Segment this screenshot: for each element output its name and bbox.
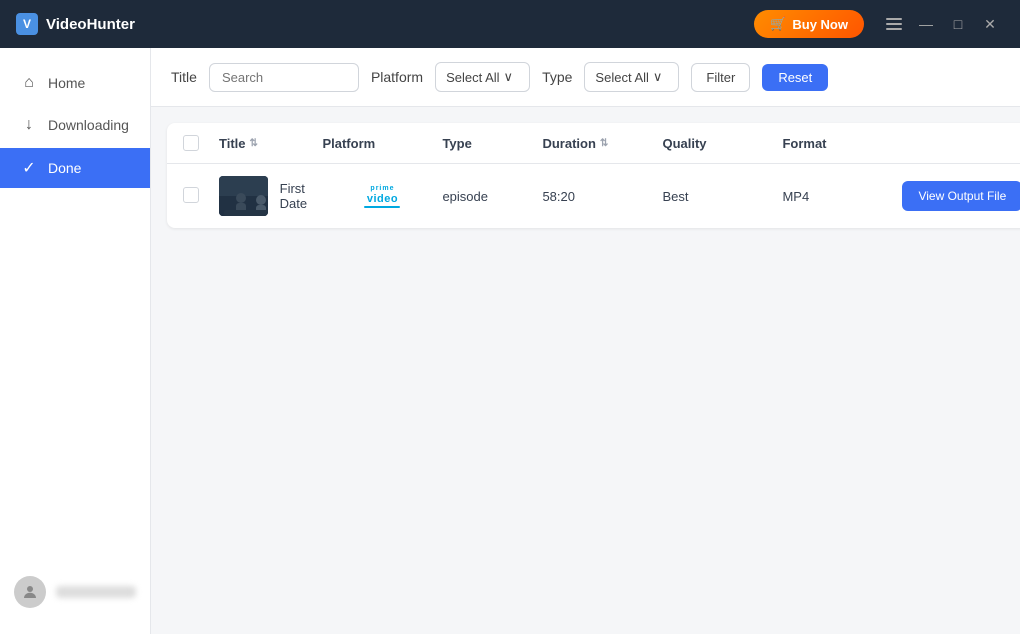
main-layout: ⌂ Home ↓ Downloading ✓ Done: [0, 48, 1020, 634]
titlebar-right: 🛒 Buy Now — □ ✕: [754, 10, 1004, 38]
platform-select-value: Select All: [446, 70, 499, 85]
header-type: Type: [442, 136, 542, 151]
header-platform: Platform: [322, 136, 442, 151]
row-duration: 58:20: [542, 189, 662, 204]
type-chevron-icon: ∨: [653, 69, 663, 85]
row-platform-cell: prime video: [322, 185, 442, 208]
avatar: [14, 576, 46, 608]
sidebar-item-downloading[interactable]: ↓ Downloading: [0, 106, 150, 144]
downloads-table: Title ⇅ Platform Type Duration ⇅ Quality…: [167, 123, 1020, 228]
maximize-button[interactable]: □: [944, 10, 972, 38]
title-sort-icon: ⇅: [250, 138, 258, 149]
platform-label: Platform: [371, 69, 423, 85]
type-label: Type: [542, 69, 572, 85]
home-icon: ⌂: [20, 74, 38, 92]
sidebar-item-downloading-label: Downloading: [48, 117, 129, 133]
view-output-button[interactable]: View Output File: [902, 181, 1020, 211]
content-area: Title Platform Select All ∨ Type Select …: [151, 48, 1020, 634]
titlebar: V VideoHunter 🛒 Buy Now — □ ✕: [0, 0, 1020, 48]
table-row: First Date prime video episode 58:20 Bes…: [167, 164, 1020, 228]
header-duration: Duration ⇅: [542, 136, 662, 151]
prime-video-logo: prime video: [322, 185, 442, 208]
sidebar-item-home[interactable]: ⌂ Home: [0, 64, 150, 102]
app-title: VideoHunter: [46, 16, 135, 33]
username-label: [56, 586, 136, 598]
filter-button[interactable]: Filter: [691, 63, 750, 92]
row-checkbox[interactable]: [183, 187, 199, 203]
reset-button[interactable]: Reset: [762, 64, 828, 91]
type-select-value: Select All: [595, 70, 648, 85]
header-format: Format: [782, 136, 902, 151]
minimize-button[interactable]: —: [912, 10, 940, 38]
duration-sort-icon: ⇅: [600, 138, 608, 149]
row-checkbox-cell: [183, 187, 219, 206]
title-label: Title: [171, 69, 197, 85]
row-title: First Date: [280, 181, 323, 211]
sidebar-nav: ⌂ Home ↓ Downloading ✓ Done: [0, 64, 150, 188]
type-select[interactable]: Select All ∨: [584, 62, 679, 92]
header-checkbox: [183, 135, 219, 151]
sidebar-footer: [0, 566, 150, 618]
header-title: Title ⇅: [219, 136, 322, 151]
titlebar-left: V VideoHunter: [16, 13, 135, 35]
row-type: episode: [442, 189, 542, 204]
search-input[interactable]: [209, 63, 359, 92]
platform-select[interactable]: Select All ∨: [435, 62, 530, 92]
row-quality: Best: [662, 189, 782, 204]
row-title-cell: First Date: [219, 176, 322, 216]
hamburger-icon: [886, 18, 902, 30]
header-quality: Quality: [662, 136, 782, 151]
done-icon: ✓: [20, 158, 38, 178]
sidebar: ⌂ Home ↓ Downloading ✓ Done: [0, 48, 151, 634]
buy-now-button[interactable]: 🛒 Buy Now: [754, 10, 864, 38]
select-all-checkbox[interactable]: [183, 135, 199, 151]
toolbar: Title Platform Select All ∨ Type Select …: [151, 48, 1020, 107]
menu-button[interactable]: [880, 10, 908, 38]
close-button[interactable]: ✕: [976, 10, 1004, 38]
video-thumbnail: [219, 176, 268, 216]
table-container: Title ⇅ Platform Type Duration ⇅ Quality…: [151, 107, 1020, 634]
sidebar-item-home-label: Home: [48, 75, 85, 91]
row-action-cell: View Output File: [902, 181, 1020, 211]
platform-chevron-icon: ∨: [504, 69, 514, 85]
window-controls: — □ ✕: [880, 10, 1004, 38]
cart-icon: 🛒: [770, 16, 786, 32]
table-header: Title ⇅ Platform Type Duration ⇅ Quality…: [167, 123, 1020, 164]
sidebar-item-done[interactable]: ✓ Done: [0, 148, 150, 188]
app-logo-icon: V: [16, 13, 38, 35]
download-icon: ↓: [20, 116, 38, 134]
row-format: MP4: [782, 189, 902, 204]
sidebar-item-done-label: Done: [48, 160, 81, 176]
